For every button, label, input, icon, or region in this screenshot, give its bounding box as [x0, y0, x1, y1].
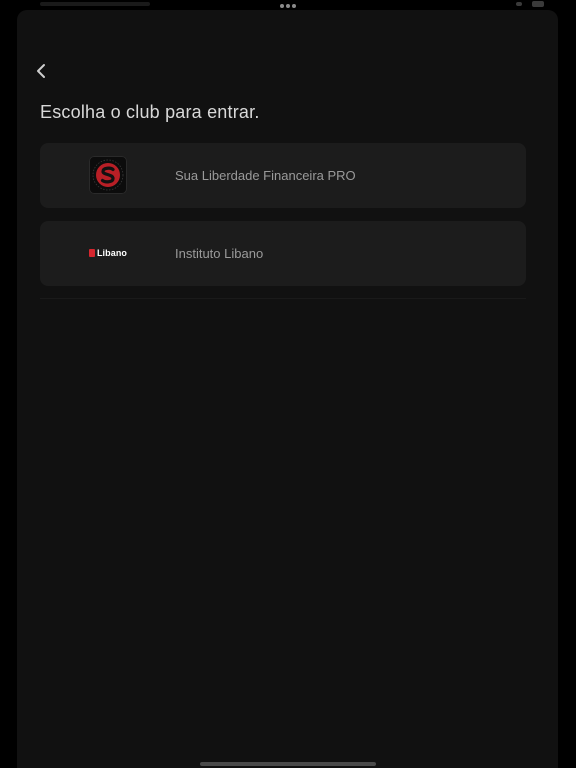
club-card-sua-liberdade[interactable]: Sua Liberdade Financeira PRO	[40, 143, 526, 208]
libano-logo-icon: Libano	[88, 248, 127, 258]
page-title: Escolha o club para entrar.	[40, 102, 260, 122]
club-logo: Libano	[88, 233, 128, 273]
modal-sheet	[17, 10, 558, 768]
chevron-left-icon	[37, 64, 45, 78]
list-divider	[40, 298, 526, 299]
multitasking-dots-icon[interactable]	[280, 4, 296, 8]
s-logo-icon	[89, 156, 127, 194]
status-bar-right	[516, 1, 544, 7]
club-card-instituto-libano[interactable]: Libano Instituto Libano	[40, 221, 526, 286]
status-bar-left	[40, 2, 150, 6]
club-name: Instituto Libano	[175, 246, 264, 261]
club-name: Sua Liberdade Financeira PRO	[175, 168, 356, 183]
battery-icon	[532, 1, 544, 7]
home-indicator[interactable]	[200, 762, 376, 766]
screen: Escolha o club para entrar. Sua Liberdad…	[0, 0, 576, 768]
club-logo	[88, 155, 128, 195]
wifi-icon	[516, 2, 522, 6]
back-button[interactable]	[30, 60, 52, 82]
